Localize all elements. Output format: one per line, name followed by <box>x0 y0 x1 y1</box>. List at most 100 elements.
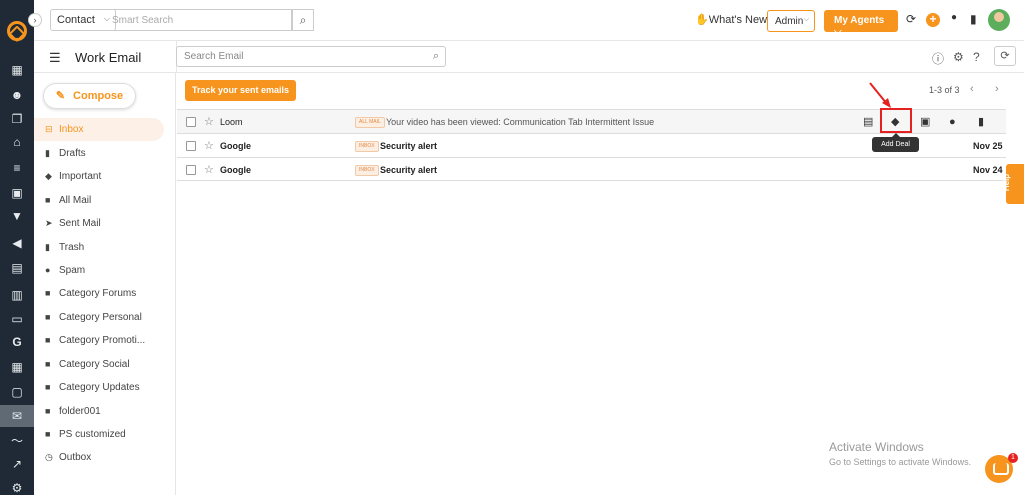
sidebar-item-category-promotions[interactable]: ■ Category Promoti... <box>34 329 164 352</box>
table-icon[interactable]: ▦ <box>0 356 34 378</box>
sidebar-item-category-personal[interactable]: ■ Category Personal <box>34 306 164 329</box>
sidebar-item-label: Trash <box>59 242 85 253</box>
reports-icon[interactable]: ▥ <box>0 284 34 306</box>
signature-icon[interactable]: 〜 <box>0 430 34 452</box>
chat-badge: 1 <box>1008 453 1018 463</box>
email-date: Nov 25 <box>973 141 1003 151</box>
menu-icon[interactable]: ☰ <box>49 50 61 66</box>
filter-icon[interactable]: ▼ <box>0 205 34 227</box>
sidebar-item-important[interactable]: ◆ Important <box>34 165 164 188</box>
search-icon[interactable]: ⌕ <box>292 9 314 31</box>
notes-icon[interactable]: ▤ <box>863 110 873 134</box>
inbox-icon: ⊟ <box>45 124 53 134</box>
google-icon[interactable]: G <box>0 331 34 353</box>
bank-icon[interactable]: ⌂ <box>0 131 34 153</box>
sidebar-item-spam[interactable]: ● Spam <box>34 259 164 282</box>
my-agents-button[interactable]: My Agents ⌵ <box>824 10 898 37</box>
row-checkbox[interactable] <box>186 117 196 127</box>
gear-icon[interactable]: ⚙ <box>953 50 964 64</box>
sidebar-item-label: folder001 <box>59 406 101 417</box>
folder-sidebar: ✎ Compose ⊟ Inbox ▮ Drafts ◆ Important ■ All … <box>34 73 176 495</box>
sidebar-item-label: Category Personal <box>59 312 142 323</box>
track-sent-emails-button[interactable]: Track your sent emails <box>185 80 296 101</box>
add-deal-tooltip: Add Deal <box>872 133 919 152</box>
sidebar-item-ps-customized[interactable]: ■ PS customized <box>34 423 164 446</box>
send-icon: ➤ <box>45 218 53 228</box>
sidebar-item-trash[interactable]: ▮ Trash <box>34 236 164 259</box>
email-search-input[interactable]: Search Email ⌕ <box>176 46 446 67</box>
megaphone-icon[interactable]: ◀ <box>0 232 34 254</box>
bell-icon[interactable]: ● <box>951 12 957 23</box>
sync-icon[interactable]: ⟳ <box>906 12 916 26</box>
sidebar-item-label: Drafts <box>59 148 86 159</box>
list-icon[interactable]: ≡ <box>0 157 34 179</box>
whats-new-label: What's New <box>708 14 768 26</box>
email-icon[interactable]: ✉ <box>0 405 34 427</box>
sidebar-item-category-forums[interactable]: ■ Category Forums <box>34 282 164 305</box>
refresh-button[interactable]: ⟳ <box>994 46 1016 66</box>
sidebar-item-category-social[interactable]: ■ Category Social <box>34 353 164 376</box>
expand-sidebar-button[interactable]: › <box>28 13 42 27</box>
chevron-right-icon[interactable]: › <box>995 83 999 95</box>
row-checkbox[interactable] <box>186 165 196 175</box>
sidebar-item-category-updates[interactable]: ■ Category Updates <box>34 376 164 399</box>
activate-windows-title: Activate Windows <box>829 440 924 454</box>
notes-icon[interactable]: ▤ <box>0 257 34 279</box>
contacts-icon[interactable]: ☻ <box>0 84 34 106</box>
chart-icon[interactable]: ↗ <box>0 453 34 475</box>
table-row[interactable]: ☆ Google INBOX Security alert Nov 24 <box>177 157 1006 181</box>
sidebar-item-sent-mail[interactable]: ➤ Sent Mail <box>34 212 164 235</box>
sidebar-item-drafts[interactable]: ▮ Drafts <box>34 142 164 165</box>
help-tab[interactable]: Help <box>1002 164 1024 204</box>
red-arrow-annotation <box>869 82 891 108</box>
documents-icon[interactable]: ❐ <box>0 108 34 130</box>
compose-button[interactable]: ✎ Compose <box>43 83 136 109</box>
email-sender: Loom <box>220 117 243 127</box>
settings-icon[interactable]: ⚙ <box>0 477 34 499</box>
add-icon[interactable]: + <box>926 13 940 27</box>
folder-open-icon[interactable]: ▭ <box>0 308 34 330</box>
alert-icon: ● <box>45 265 51 275</box>
person-icon[interactable]: ● <box>949 110 956 134</box>
row-checkbox[interactable] <box>186 141 196 151</box>
activate-windows-subtitle: Go to Settings to activate Windows. <box>829 457 972 467</box>
folder-icon: ■ <box>45 429 51 439</box>
help-circle-icon[interactable]: ? <box>973 50 980 64</box>
id-card-icon[interactable]: ▣ <box>0 182 34 204</box>
dashboard-icon[interactable]: ▦ <box>0 59 34 81</box>
avatar[interactable] <box>988 9 1010 31</box>
contact-card-icon[interactable]: ▣ <box>920 110 930 134</box>
sidebar-item-label: Category Promoti... <box>59 335 146 346</box>
admin-label: Admin <box>775 16 804 27</box>
info-icon[interactable]: ⓘ <box>932 50 944 67</box>
hand-icon: ✋ <box>695 14 709 26</box>
trash-icon: ▮ <box>45 242 50 252</box>
folder-icon: ■ <box>45 335 51 345</box>
document-icon[interactable]: ▮ <box>970 12 977 26</box>
star-icon[interactable]: ☆ <box>204 158 214 182</box>
star-icon[interactable]: ☆ <box>204 110 214 134</box>
admin-select[interactable]: Admin ⌵ <box>767 10 815 32</box>
sidebar-item-outbox[interactable]: ◷ Outbox <box>34 446 164 469</box>
folder-icon: ■ <box>45 288 51 298</box>
whats-new-link[interactable]: ✋What's New <box>695 13 767 26</box>
sidebar-item-all-mail[interactable]: ■ All Mail <box>34 189 164 212</box>
sidebar-item-label: Outbox <box>59 452 92 463</box>
highlight-box <box>880 108 912 133</box>
star-icon[interactable]: ☆ <box>204 134 214 158</box>
email-subject: Security alert <box>380 165 438 175</box>
email-sender: Google <box>220 165 251 175</box>
top-bar: Contact ⌵ Smart Search ⌕ ✋What's New Admi… <box>34 0 1024 41</box>
sidebar-item-label: Category Updates <box>59 382 140 393</box>
sidebar-item-folder001[interactable]: ■ folder001 <box>34 400 164 423</box>
sidebar-item-label: Spam <box>59 265 86 276</box>
trash-icon[interactable]: ▮ <box>978 110 984 134</box>
smart-search-input[interactable]: Smart Search <box>106 9 292 31</box>
chevron-left-icon[interactable]: ‹ <box>970 83 974 95</box>
sidebar-item-label: Category Forums <box>59 288 137 299</box>
email-subject: Security alert <box>380 141 438 151</box>
contact-select-label: Contact <box>57 14 95 26</box>
sidebar-item-inbox[interactable]: ⊟ Inbox <box>34 118 164 141</box>
sidebar-item-label: Important <box>59 171 102 182</box>
calendar-icon[interactable]: ▢ <box>0 381 34 403</box>
